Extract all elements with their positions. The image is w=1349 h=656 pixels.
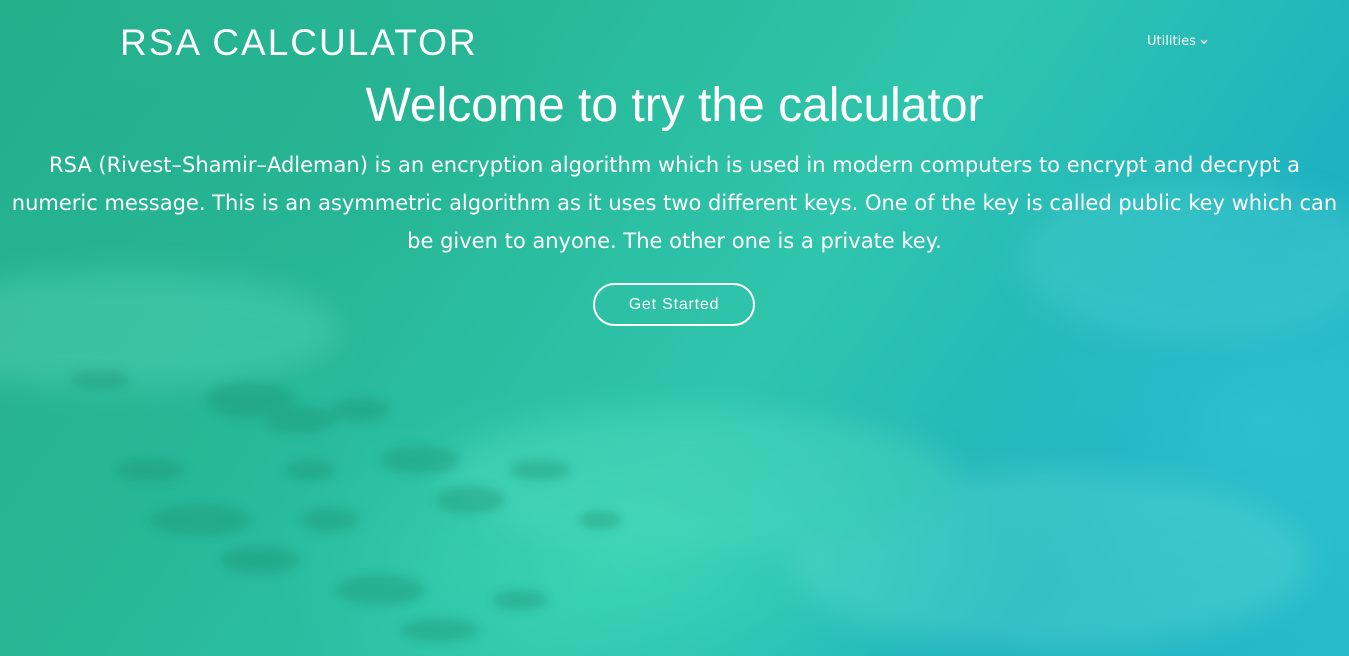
hero-title: Welcome to try the calculator xyxy=(365,79,984,132)
nav-utilities-dropdown[interactable]: Utilities xyxy=(1147,34,1208,49)
hero-description: RSA (Rivest–Shamir–Adleman) is an encryp… xyxy=(11,153,1338,253)
chevron-down-icon xyxy=(1200,39,1208,44)
get-started-button[interactable]: Get Started xyxy=(593,283,755,326)
site-logo[interactable]: RSA CALCULATOR xyxy=(120,22,478,64)
nav-utilities-label: Utilities xyxy=(1147,34,1196,49)
